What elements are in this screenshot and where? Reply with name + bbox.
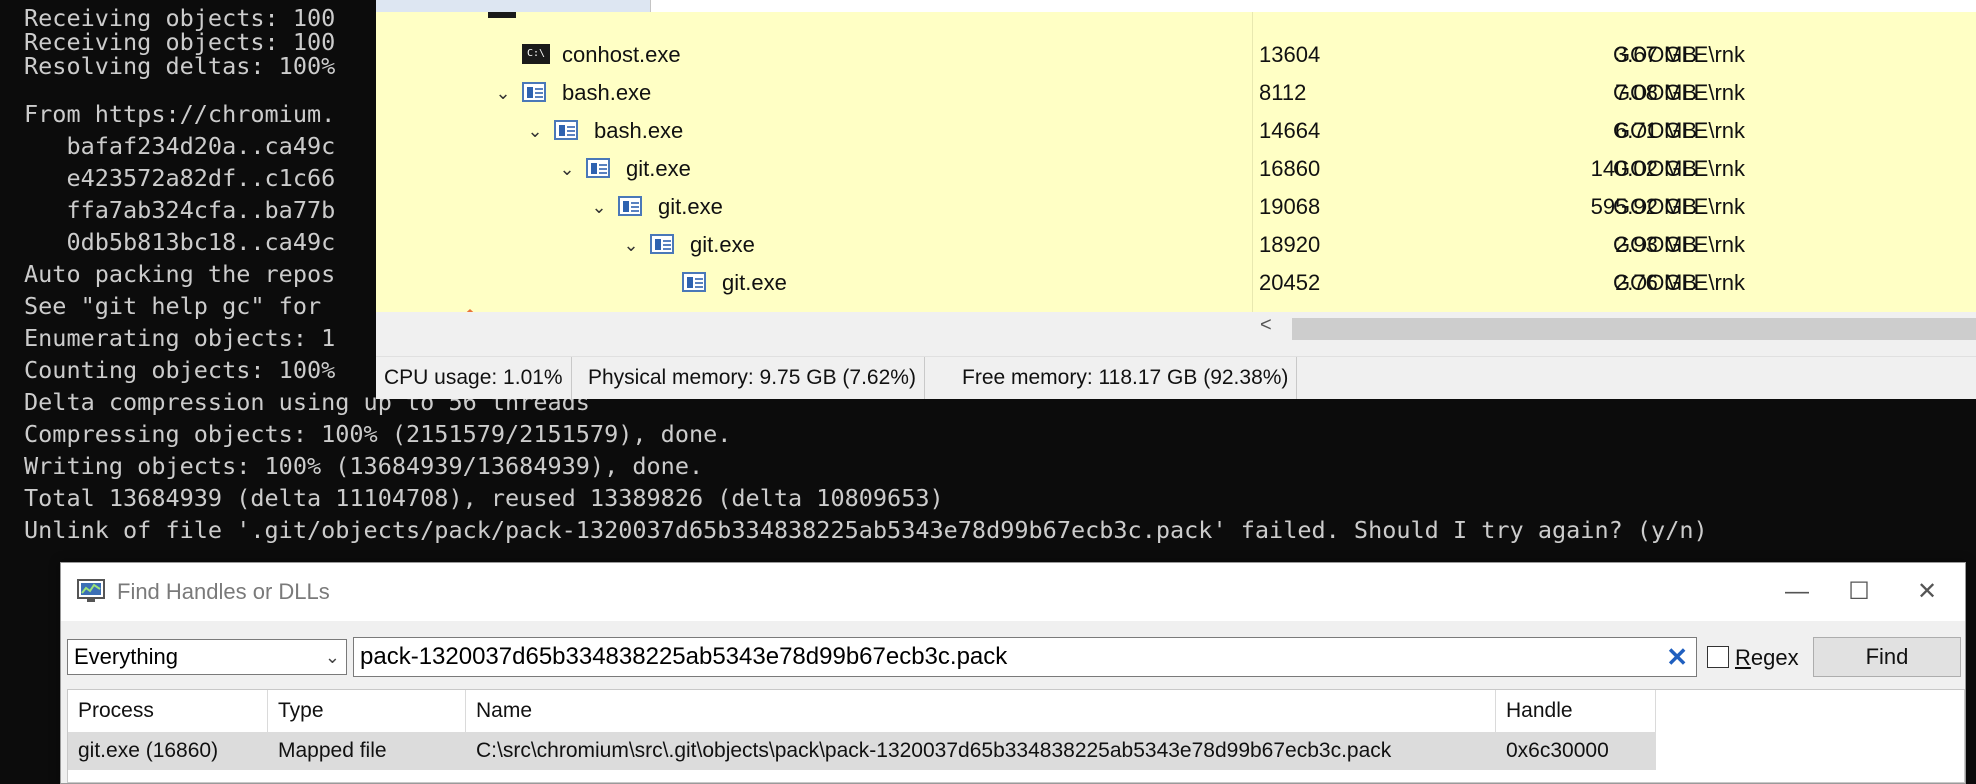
process-name: conhost.exe	[562, 42, 681, 67]
chevron-down-icon[interactable]: ⌄	[524, 112, 546, 150]
process-pid: 8112	[1259, 80, 1307, 105]
terminal-line: Enumerating objects: 1	[24, 324, 336, 352]
column-header-name[interactable]: Name	[466, 690, 1496, 732]
terminal-line: Resolving deltas: 100%	[24, 52, 336, 80]
process-pid: 20452	[1259, 270, 1321, 295]
process-tree[interactable]: C:\ conhost.exe ⌄ bash.exe ⌄ bash.exe ⌄ …	[376, 12, 1252, 312]
process-pid: 13604	[1259, 42, 1321, 67]
terminal-line: ffa7ab324cfa..ba77b	[24, 196, 336, 224]
process-user: GOOGLE\rnk	[1613, 302, 1745, 312]
clear-search-icon[interactable]: ✕	[1666, 638, 1688, 676]
search-field-container[interactable]: ✕	[353, 637, 1697, 677]
process-pid: 10404	[1259, 302, 1320, 312]
process-details-row[interactable]: 10404 1.68 MB GOOGLE\rnk	[1253, 302, 1976, 312]
chevron-down-icon[interactable]: ⌄	[588, 188, 610, 226]
result-handle[interactable]: 0x6c30000	[1496, 732, 1656, 770]
chevron-down-icon[interactable]: ⌄	[492, 74, 514, 112]
process-explorer-window[interactable]: C:\ conhost.exe ⌄ bash.exe ⌄ bash.exe ⌄ …	[376, 0, 1976, 399]
process-explorer-app-icon	[77, 579, 105, 602]
chevron-down-icon[interactable]: ⌄	[556, 150, 578, 188]
process-name: git.exe	[722, 270, 787, 295]
process-name: bash.exe	[562, 80, 652, 105]
process-name: git-bash.exe	[496, 302, 616, 312]
terminal-line: bafaf234d20a..ca49c	[24, 132, 336, 160]
scroll-left-arrow-icon[interactable]: <	[1260, 314, 1272, 337]
process-details-row[interactable]: 13604 3.67 MB GOOGLE\rnk	[1253, 36, 1976, 74]
result-type[interactable]: Mapped file	[268, 732, 466, 770]
process-icon	[618, 196, 642, 216]
terminal-line: 0db5b813bc18..ca49c	[24, 228, 336, 256]
process-name: bash.exe	[594, 118, 684, 143]
process-user: GOOGLE\rnk	[1613, 194, 1746, 219]
scope-selected-value: Everything	[74, 644, 178, 669]
terminal-line: e423572a82df..c1c66	[24, 164, 336, 192]
horizontal-scrollbar[interactable]: <	[1252, 312, 1976, 346]
result-name[interactable]: C:\src\chromium\src\.git\objects\pack\pa…	[466, 732, 1496, 770]
find-handles-dialog[interactable]: Find Handles or DLLs — ☐ ✕ Everything ⌄ …	[60, 562, 1966, 784]
process-user: GOOGLE\rnk	[1613, 156, 1746, 181]
process-pid: 16860	[1259, 156, 1321, 181]
process-icon	[522, 82, 546, 102]
chevron-down-icon[interactable]: ⌄	[426, 302, 448, 312]
results-table[interactable]: Process Type Name Handle git.exe (16860)…	[67, 689, 1965, 783]
process-pid: 19068	[1259, 194, 1321, 219]
find-button[interactable]: Find	[1813, 637, 1961, 677]
free-memory-status: Free memory: 118.17 GB (92.38%)	[954, 357, 1298, 399]
process-name: git.exe	[626, 156, 691, 181]
maximize-icon[interactable]: ☐	[1823, 563, 1895, 621]
process-user: GOOGLE\rnk	[1613, 80, 1746, 105]
regex-label: Regex	[1735, 645, 1799, 670]
process-details-row-clipped	[1253, 12, 1976, 28]
process-pid: 18920	[1259, 232, 1321, 257]
process-details-row[interactable]: 18920 2.93 MB GOOGLE\rnk	[1253, 226, 1976, 264]
process-user: GOOGLE\rnk	[1613, 42, 1746, 67]
process-name: git.exe	[658, 194, 723, 219]
process-details-row[interactable]: 20452 2.76 MB GOOGLE\rnk	[1253, 264, 1976, 302]
status-bar: CPU usage: 1.01% Physical memory: 9.75 G…	[376, 356, 1976, 399]
terminal-line: Total 13684939 (delta 11104708), reused …	[24, 484, 944, 512]
terminal-line: Writing objects: 100% (13684939/13684939…	[24, 452, 704, 480]
close-icon[interactable]: ✕	[1891, 563, 1963, 621]
physical-memory-status: Physical memory: 9.75 GB (7.62%)	[580, 357, 925, 399]
chevron-down-icon[interactable]: ⌄	[620, 226, 642, 264]
terminal-line: See "git help gc" for	[24, 292, 322, 320]
process-user: GOOGLE\rnk	[1613, 270, 1746, 295]
process-details-row[interactable]: 8112 7.08 MB GOOGLE\rnk	[1253, 74, 1976, 112]
scrollbar-thumb[interactable]	[1292, 318, 1976, 340]
process-details-row[interactable]: 16860 140.02 MB GOOGLE\rnk	[1253, 150, 1976, 188]
dialog-title-bar[interactable]: Find Handles or DLLs — ☐ ✕	[61, 563, 1965, 621]
selected-column-strip	[376, 0, 651, 12]
process-pid: 14664	[1259, 118, 1321, 143]
console-icon	[488, 12, 516, 18]
terminal-line: Auto packing the repos	[24, 260, 336, 288]
regex-checkbox-box[interactable]	[1707, 646, 1729, 668]
scope-dropdown[interactable]: Everything ⌄	[67, 639, 347, 675]
result-process[interactable]: git.exe (16860)	[68, 732, 268, 770]
process-icon	[682, 272, 706, 292]
terminal-line: Unlink of file '.git/objects/pack/pack-1…	[24, 516, 1708, 544]
console-icon: C:\	[522, 44, 550, 64]
column-header-process[interactable]: Process	[68, 690, 268, 732]
process-user: GOOGLE\rnk	[1613, 118, 1746, 143]
process-icon	[586, 158, 610, 178]
terminal-line: Counting objects: 100%	[24, 356, 336, 384]
process-details-columns[interactable]: 13604 3.67 MB GOOGLE\rnk 8112 7.08 MB GO…	[1252, 12, 1976, 312]
column-header-handle[interactable]: Handle	[1496, 690, 1656, 732]
terminal-line: From https://chromium.	[24, 100, 336, 128]
process-icon	[650, 234, 674, 254]
search-input[interactable]	[360, 641, 1640, 673]
process-name: git.exe	[690, 232, 755, 257]
dialog-title: Find Handles or DLLs	[117, 579, 330, 604]
process-details-row[interactable]: 14664 6.71 MB GOOGLE\rnk	[1253, 112, 1976, 150]
process-details-row[interactable]: 19068 595.92 MB GOOGLE\rnk	[1253, 188, 1976, 226]
chevron-down-icon: ⌄	[324, 647, 340, 667]
terminal-line: Compressing objects: 100% (2151579/21515…	[24, 420, 732, 448]
process-icon	[554, 120, 578, 140]
cpu-usage-status: CPU usage: 1.01%	[376, 357, 572, 399]
process-user: GOOGLE\rnk	[1613, 232, 1746, 257]
column-header-type[interactable]: Type	[268, 690, 466, 732]
git-icon	[466, 309, 474, 312]
